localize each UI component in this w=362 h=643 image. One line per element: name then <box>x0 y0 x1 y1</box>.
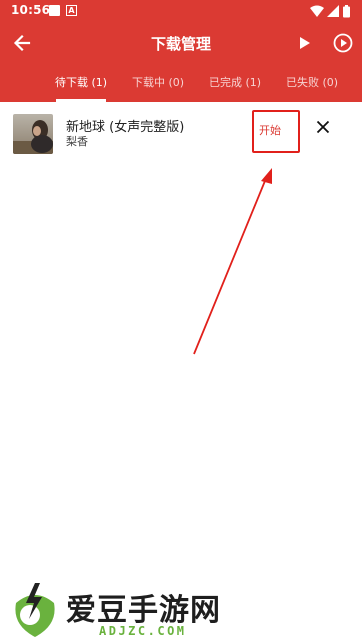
toolbar: 下载管理 <box>0 24 362 62</box>
tab-downloading[interactable]: 下载中 (0) <box>129 64 187 102</box>
song-artist: 梨香 <box>66 135 88 148</box>
album-thumbnail <box>13 114 53 154</box>
tab-bar: 待下载 (1) 下载中 (0) 已完成 (1) 已失败 (0) <box>0 64 362 102</box>
play-icon[interactable] <box>293 32 315 54</box>
signal-icon <box>327 5 339 17</box>
tab-failed[interactable]: 已失败 (0) <box>283 64 341 102</box>
status-bar: 10:56 A <box>0 0 362 22</box>
tab-pending[interactable]: 待下载 (1) <box>52 64 110 102</box>
play-circle-icon[interactable] <box>332 32 354 54</box>
download-item[interactable]: 新地球 (女声完整版) 梨香 开始 <box>0 106 362 158</box>
tab-indicator <box>56 99 106 102</box>
status-time: 10:56 <box>11 3 51 17</box>
highlight-box <box>252 110 300 153</box>
close-icon[interactable] <box>314 118 332 136</box>
app-header: 10:56 A 下载管理 待下载 (1) 下载中 (0) 已完成 (1) 已失败… <box>0 0 362 102</box>
watermark: 爱豆手游网 ADJZC.COM <box>10 583 240 643</box>
watermark-logo-icon <box>15 583 55 637</box>
status-icons <box>310 5 350 18</box>
notification-a-icon: A <box>66 5 77 16</box>
tab-completed[interactable]: 已完成 (1) <box>206 64 264 102</box>
wifi-icon <box>310 5 324 17</box>
watermark-title: 爱豆手游网 <box>66 593 221 628</box>
watermark-subtitle: ADJZC.COM <box>99 624 187 638</box>
notification-square-icon <box>49 5 60 16</box>
battery-icon <box>343 5 350 18</box>
